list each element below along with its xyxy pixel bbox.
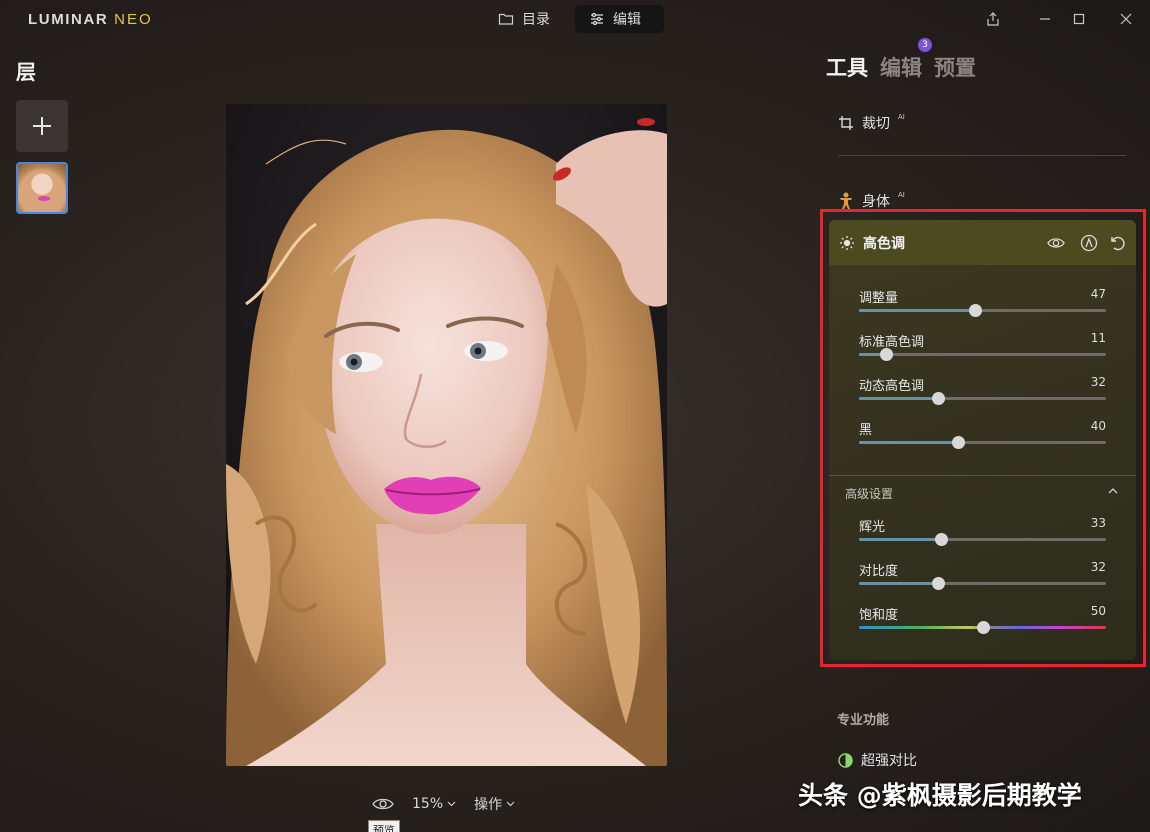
tab-edits[interactable]: 编辑 3 <box>880 38 932 82</box>
zoom-dropdown[interactable]: 15% <box>412 796 456 812</box>
logo-main: LUMINAR <box>28 11 115 28</box>
panel-tabs: 工具 编辑 3 预置 <box>826 38 976 82</box>
tool-crop[interactable]: 裁切 AI <box>838 113 905 133</box>
close-button[interactable] <box>1115 8 1137 30</box>
logo-accent: NEO <box>114 11 153 28</box>
half-circle-icon <box>838 752 853 768</box>
crop-ai-tag: AI <box>898 113 905 121</box>
body-label: 身体 <box>862 194 890 210</box>
supercontrast-label: 超强对比 <box>861 753 917 769</box>
tool-body[interactable]: 身体 AI <box>838 191 905 211</box>
person-icon <box>840 192 852 209</box>
add-layer-button[interactable] <box>16 100 68 152</box>
title-bar: LUMINAR NEO 目录 编辑 <box>0 0 1150 38</box>
tab-edits-label: 编辑 <box>880 56 922 80</box>
eye-icon <box>372 798 394 810</box>
sliders-icon <box>591 12 603 26</box>
edits-count-badge: 3 <box>918 38 932 52</box>
watermark-text: 头条 @紫枫摄影后期教学 <box>798 781 1082 810</box>
minimize-button[interactable] <box>1034 8 1056 30</box>
tab-presets-label: 预置 <box>934 56 976 80</box>
tools-divider <box>838 155 1126 156</box>
pro-section-title: 专业功能 <box>837 713 890 728</box>
layers-title: 层 <box>16 60 36 84</box>
catalog-button[interactable]: 目录 <box>484 5 564 33</box>
portrait-image <box>226 104 667 766</box>
actions-label: 操作 <box>474 797 503 813</box>
plus-icon <box>33 117 51 135</box>
preview-tooltip: 预览 <box>368 820 400 832</box>
tab-tools-label: 工具 <box>826 56 868 80</box>
body-ai-tag: AI <box>898 191 905 199</box>
tab-tools[interactable]: 工具 <box>826 52 868 82</box>
crop-label: 裁切 <box>862 116 890 132</box>
crop-icon <box>839 116 853 130</box>
thumbnail-lips <box>38 196 50 201</box>
preview-toggle[interactable] <box>372 797 394 811</box>
chevron-down-icon <box>506 801 515 807</box>
share-button[interactable] <box>982 8 1004 30</box>
edit-label: 编辑 <box>613 12 641 28</box>
actions-dropdown[interactable]: 操作 <box>474 794 515 814</box>
share-icon <box>987 12 999 26</box>
photo-canvas[interactable] <box>226 104 667 766</box>
tab-presets[interactable]: 预置 <box>934 52 976 82</box>
app-logo: LUMINAR NEO <box>28 11 153 28</box>
chevron-down-icon <box>447 801 456 807</box>
catalog-label: 目录 <box>522 12 550 28</box>
canvas-toolbar: 15% 操作 <box>372 794 515 814</box>
minimize-icon <box>1040 18 1050 20</box>
close-icon <box>1120 13 1132 25</box>
highlight-frame <box>820 209 1146 667</box>
zoom-value: 15% <box>412 796 444 812</box>
folder-icon <box>498 13 514 25</box>
maximize-button[interactable] <box>1068 8 1090 30</box>
tool-supercontrast[interactable]: 超强对比 <box>838 750 917 770</box>
edit-button[interactable]: 编辑 <box>575 5 664 33</box>
layer-thumbnail[interactable] <box>16 162 68 214</box>
maximize-icon <box>1073 13 1085 25</box>
